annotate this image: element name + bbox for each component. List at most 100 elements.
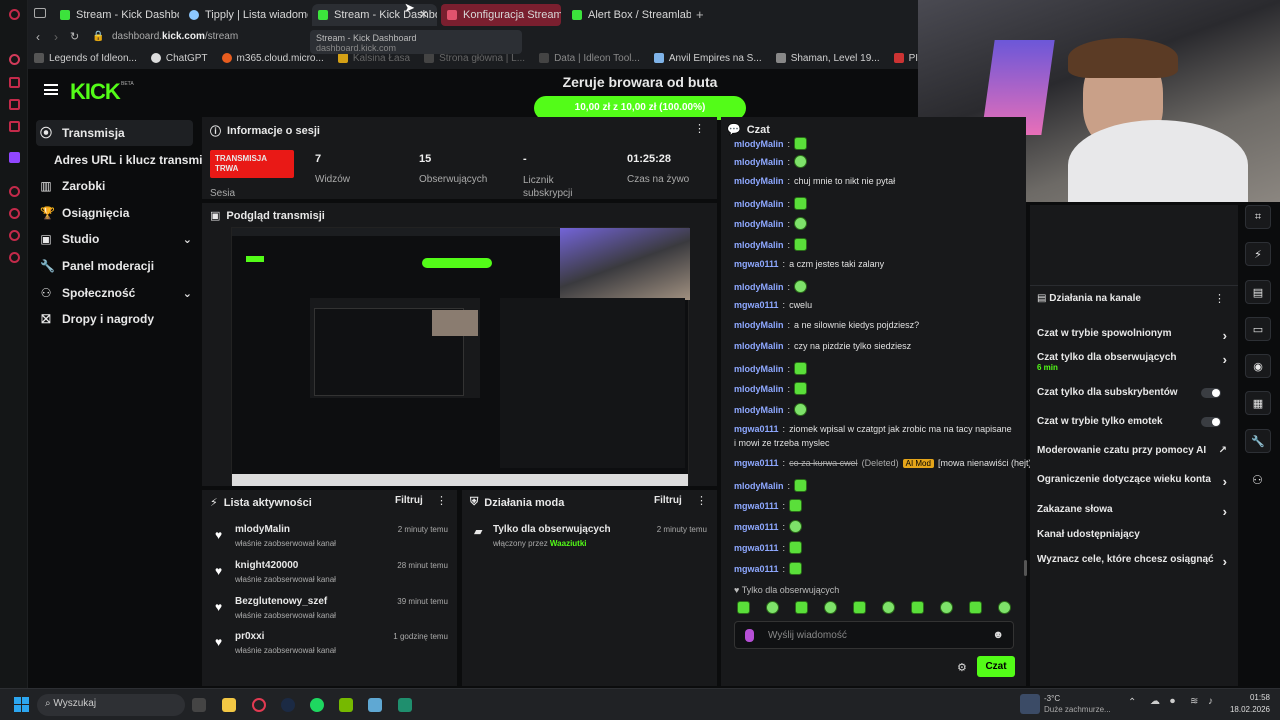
emote-icon[interactable] bbox=[795, 601, 808, 614]
emote-icon[interactable] bbox=[766, 601, 779, 614]
emote-icon[interactable] bbox=[882, 601, 895, 614]
windows-start-icon[interactable] bbox=[14, 697, 29, 712]
channel-action-item[interactable]: Ograniczenie dotyczące wieku konta › bbox=[1037, 474, 1227, 489]
sidebar-item-dropy[interactable]: ⛝ Dropy i nagrody bbox=[40, 307, 154, 331]
toggle-switch[interactable] bbox=[1201, 417, 1221, 427]
channel-action-item[interactable]: Zakazane słowa › bbox=[1037, 504, 1227, 519]
chat-username[interactable]: mlodyMalin bbox=[734, 320, 784, 330]
tab-close-icon[interactable]: ✕ bbox=[419, 8, 428, 21]
toggle-switch[interactable] bbox=[1201, 388, 1221, 398]
sidebar-item-panel-moderacji[interactable]: 🔧 Panel moderacji bbox=[40, 254, 154, 278]
channel-action-item[interactable]: Czat w trybie tylko emotek bbox=[1037, 416, 1227, 427]
back-icon[interactable]: ‹ bbox=[36, 30, 40, 44]
sidebar-app-icon[interactable] bbox=[9, 121, 20, 132]
bookmark-strona-glowna[interactable]: Strona główna | L... bbox=[424, 53, 525, 64]
chat-username[interactable]: mlodyMalin bbox=[734, 139, 784, 149]
emote-icon[interactable] bbox=[737, 601, 750, 614]
emoji-icon[interactable]: ☻ bbox=[992, 629, 1004, 641]
chat-username[interactable]: mgwa0111 bbox=[734, 458, 779, 468]
chat-username[interactable]: mgwa0111 bbox=[734, 543, 779, 553]
emote-icon[interactable] bbox=[824, 601, 837, 614]
mic-tray-icon[interactable]: ⏺ bbox=[1170, 696, 1175, 707]
bookmark-piorex[interactable]: PIÓREX Poduszka... bbox=[893, 53, 918, 64]
chat-username[interactable]: mlodyMalin bbox=[734, 481, 784, 491]
chat-username[interactable]: mgwa0111 bbox=[734, 501, 779, 511]
chat-username[interactable]: mgwa0111 bbox=[734, 564, 779, 574]
chat-username[interactable]: mlodyMalin bbox=[734, 219, 784, 229]
emote-icon[interactable] bbox=[853, 601, 866, 614]
spotify-icon[interactable] bbox=[310, 698, 324, 712]
stream-preview-video[interactable] bbox=[231, 227, 690, 486]
tool-button[interactable]: ▦ bbox=[1245, 391, 1271, 415]
chat-send-button[interactable]: Czat bbox=[977, 656, 1015, 677]
chat-username[interactable]: mlodyMalin bbox=[734, 240, 784, 250]
community-icon[interactable]: ⚇ bbox=[1252, 473, 1263, 487]
tab-kick-dashboard-1[interactable]: Stream - Kick Dashboard bbox=[54, 4, 179, 26]
mod-action-user[interactable]: Waaziutki bbox=[550, 539, 587, 548]
chat-username[interactable]: mgwa0111 bbox=[734, 300, 779, 310]
chat-username[interactable]: mlodyMalin bbox=[734, 157, 784, 167]
chat-username[interactable]: mgwa0111 bbox=[734, 424, 779, 434]
more-options-icon[interactable]: ⋮ bbox=[694, 122, 705, 135]
channel-action-item[interactable]: Wyznacz cele, które chcesz osiągnąć › bbox=[1037, 554, 1227, 569]
tool-button[interactable]: ▤ bbox=[1245, 280, 1271, 304]
chat-username[interactable]: mlodyMalin bbox=[734, 405, 784, 415]
chat-username[interactable]: mlodyMalin bbox=[734, 176, 784, 186]
sidebar-item-zarobki[interactable]: ▥ Zarobki bbox=[40, 174, 105, 198]
bookmark-m365[interactable]: m365.cloud.micro... bbox=[221, 53, 324, 64]
tool-button[interactable]: ⚡ bbox=[1245, 242, 1271, 266]
chat-input[interactable]: Wyślij wiadomość ☻ bbox=[734, 621, 1014, 649]
bookmark-idleon-toolbox[interactable]: Data | Idleon Tool... bbox=[539, 53, 640, 64]
channel-action-item[interactable]: Moderowanie czatu przy pomocy AI ↗ bbox=[1037, 445, 1227, 456]
taskbar-search[interactable]: ⌕ Wyszukaj bbox=[37, 694, 185, 716]
emote-icon[interactable] bbox=[940, 601, 953, 614]
more-options-icon[interactable]: ⋮ bbox=[436, 494, 447, 507]
twitch-icon[interactable] bbox=[9, 152, 20, 163]
kick-logo[interactable]: KICK bbox=[70, 79, 121, 105]
weather-icon[interactable] bbox=[1020, 694, 1040, 714]
clock-time[interactable]: 01:58 bbox=[1226, 693, 1270, 702]
bookmark-anvil-empires[interactable]: Anvil Empires na S... bbox=[653, 53, 762, 64]
chat-settings-icon[interactable]: ⚙ bbox=[957, 661, 967, 674]
chat-scrollbar[interactable] bbox=[1024, 560, 1027, 576]
sidebar-app-icon[interactable] bbox=[9, 99, 20, 110]
volume-icon[interactable]: ♪ bbox=[1208, 696, 1213, 707]
bookmark-legends-of-idleon[interactable]: Legends of Idleon... bbox=[34, 53, 137, 64]
emote-icon[interactable] bbox=[998, 601, 1011, 614]
sidebar-item-studio[interactable]: ▣ Studio ⌄ bbox=[40, 227, 192, 251]
sidebar-item-spolecznosc[interactable]: ⚇ Społeczność ⌄ bbox=[40, 281, 192, 305]
opera-icon[interactable] bbox=[9, 9, 20, 20]
tab-manager-icon[interactable] bbox=[34, 8, 46, 18]
new-tab-icon[interactable]: + bbox=[696, 7, 704, 22]
wifi-icon[interactable]: ≋ bbox=[1190, 696, 1198, 707]
network-icon[interactable]: ☁ bbox=[1150, 696, 1160, 707]
tool-button[interactable]: 🔧 bbox=[1245, 429, 1271, 453]
chat-username[interactable]: mgwa0111 bbox=[734, 522, 779, 532]
more-options-icon[interactable]: ⋮ bbox=[696, 494, 707, 507]
app-icon[interactable] bbox=[368, 698, 382, 712]
channel-action-item[interactable]: Czat tylko dla obserwujących 6 min › bbox=[1037, 352, 1227, 372]
channel-action-item[interactable]: Czat w trybie spowolnionym › bbox=[1037, 328, 1227, 343]
sidebar-item-osiagniecia[interactable]: 🏆 Osiągnięcia bbox=[40, 201, 129, 225]
opera-gx-icon[interactable] bbox=[252, 698, 266, 712]
emote-icon[interactable] bbox=[911, 601, 924, 614]
chat-username[interactable]: mlodyMalin bbox=[734, 364, 784, 374]
tab-streamlabs-config[interactable]: Konfiguracja Streamlabs bbox=[441, 4, 561, 26]
clock-date[interactable]: 18.02.2026 bbox=[1226, 705, 1270, 714]
tool-button[interactable]: ◉ bbox=[1245, 354, 1271, 378]
tab-alert-box[interactable]: Alert Box / Streamlabs bbox=[566, 4, 691, 26]
reload-icon[interactable]: ↻ bbox=[70, 30, 79, 43]
tool-button[interactable]: ▭ bbox=[1245, 317, 1271, 341]
tray-chevron-icon[interactable]: ⌃ bbox=[1128, 697, 1136, 708]
forward-icon[interactable]: › bbox=[54, 30, 58, 44]
chat-username[interactable]: mlodyMalin bbox=[734, 199, 784, 209]
channel-action-item[interactable]: Kanał udostępniający bbox=[1037, 529, 1227, 540]
activity-filter-button[interactable]: Filtruj bbox=[395, 495, 423, 506]
sidebar-app-icon[interactable] bbox=[9, 54, 20, 65]
url-input[interactable]: dashboard.kick.com/stream bbox=[112, 31, 238, 42]
menu-icon[interactable] bbox=[44, 84, 58, 95]
bookmark-kalsina[interactable]: Kalsina Łasa bbox=[337, 53, 410, 64]
steam-icon[interactable] bbox=[281, 698, 295, 712]
mic-icon[interactable] bbox=[745, 629, 754, 642]
sidebar-app-icon[interactable] bbox=[9, 252, 20, 263]
